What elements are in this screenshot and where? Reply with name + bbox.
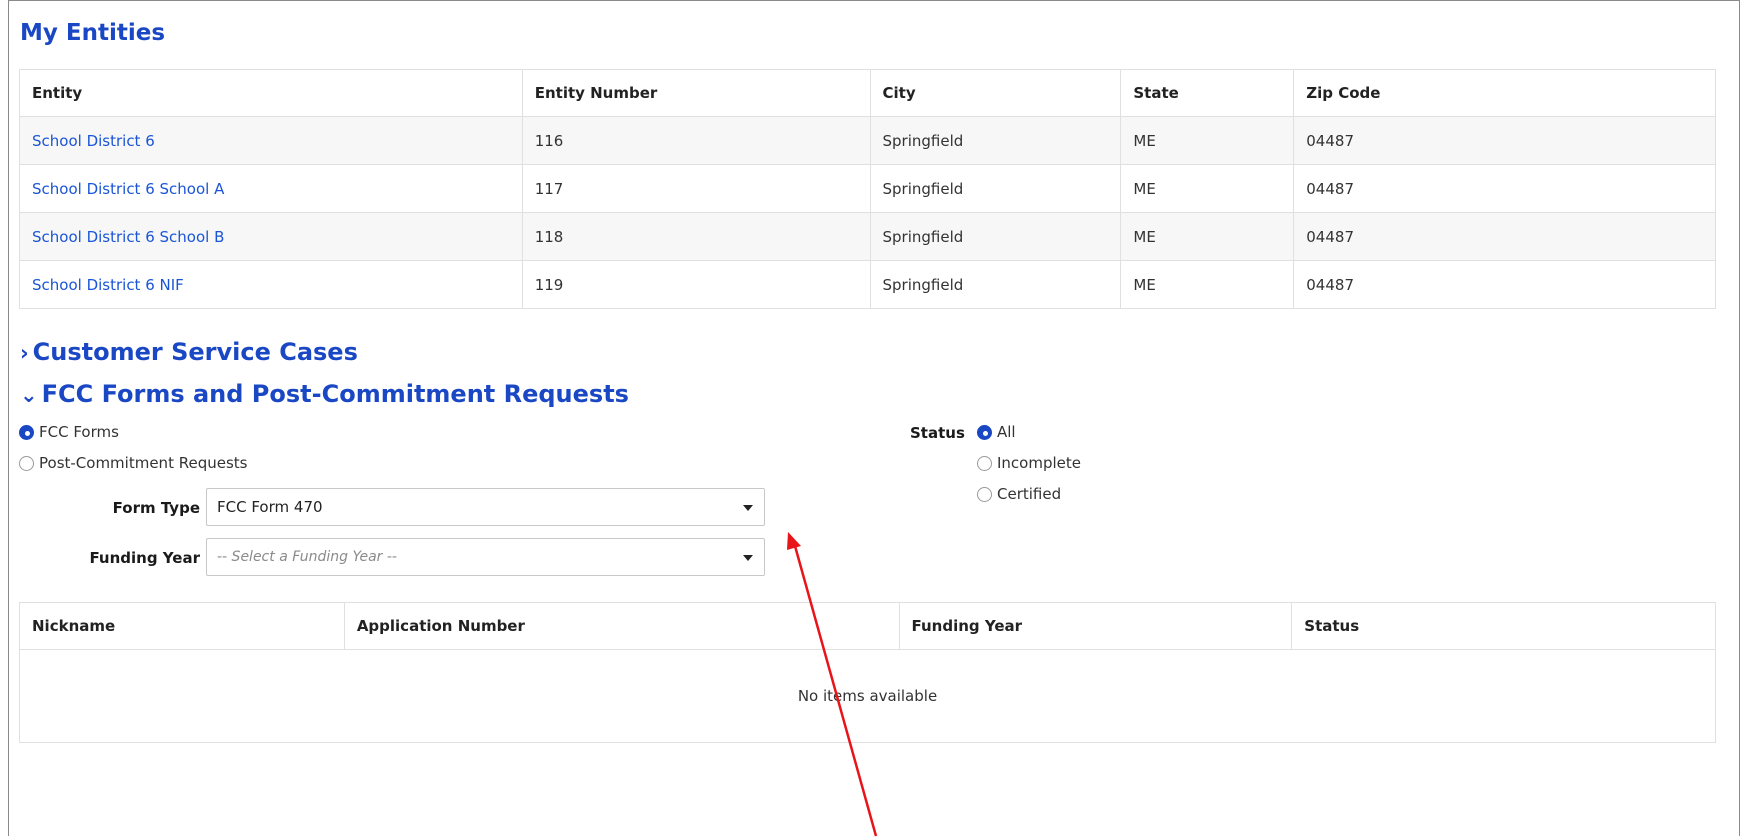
column-header-entity-number[interactable]: Entity Number [521,69,871,117]
radio-post-commitment-requests[interactable]: Post-Commitment Requests [19,454,247,472]
entity-cell: School District 6 School B [19,212,523,261]
city-cell: Springfield [869,164,1122,213]
column-header-entity[interactable]: Entity [19,69,523,117]
radio-label: Post-Commitment Requests [39,454,248,472]
column-header-state[interactable]: State [1120,69,1295,117]
table-header-row: Entity Entity Number City State Zip Code [19,69,1716,117]
entities-table: Entity Entity Number City State Zip Code… [19,69,1716,309]
entity-cell: School District 6 NIF [19,260,523,309]
form-type-value: FCC Form 470 [217,498,323,516]
entity-cell: School District 6 [19,116,523,165]
empty-row: No items available [19,649,1716,743]
state-cell: ME [1120,116,1295,165]
radio-status-certified[interactable]: Certified [977,485,1061,503]
entity-cell: School District 6 School A [19,164,523,213]
applications-table: Nickname Application Number Funding Year… [19,602,1716,743]
radio-unselected-icon[interactable] [977,486,992,502]
radio-label: Incomplete [997,454,1081,472]
entity-link[interactable]: School District 6 School B [32,228,224,246]
column-header-nickname[interactable]: Nickname [19,602,345,650]
city-cell: Springfield [869,260,1122,309]
radio-fcc-forms[interactable]: FCC Forms [19,423,119,441]
customer-service-cases-title: Customer Service Cases [32,338,358,366]
fcc-forms-section-title: FCC Forms and Post-Commitment Requests [41,380,629,408]
radio-label: Certified [997,485,1062,503]
state-cell: ME [1120,212,1295,261]
radio-label: FCC Forms [39,423,119,441]
my-entities-heading: My Entities [20,20,166,46]
entity-link[interactable]: School District 6 NIF [32,276,184,294]
form-type-select[interactable]: FCC Form 470 [206,488,765,526]
table-row: School District 6 NIF 119 Springfield ME… [19,260,1716,309]
column-header-funding-year[interactable]: Funding Year [898,602,1293,650]
customer-service-cases-toggle[interactable]: › Customer Service Cases [20,338,358,366]
entity-link[interactable]: School District 6 [32,132,155,150]
chevron-down-icon: ⌄ [20,383,38,407]
status-filter-label: Status [910,424,965,442]
entity-number-cell: 116 [521,116,871,165]
entity-number-cell: 117 [521,164,871,213]
radio-status-all[interactable]: All [977,423,1016,441]
radio-unselected-icon[interactable] [977,455,992,471]
table-header-row: Nickname Application Number Funding Year… [19,602,1716,650]
column-header-city[interactable]: City [869,69,1122,117]
zip-cell: 04487 [1293,212,1716,261]
funding-year-select[interactable]: -- Select a Funding Year -- [206,538,765,576]
city-cell: Springfield [869,116,1122,165]
radio-status-incomplete[interactable]: Incomplete [977,454,1081,472]
entity-number-cell: 119 [521,260,871,309]
state-cell: ME [1120,260,1295,309]
caret-down-icon [743,505,753,511]
chevron-right-icon: › [20,341,29,365]
radio-unselected-icon[interactable] [19,455,34,471]
fcc-forms-section-toggle[interactable]: ⌄ FCC Forms and Post-Commitment Requests [20,380,629,408]
entity-number-cell: 118 [521,212,871,261]
table-row: School District 6 116 Springfield ME 044… [19,116,1716,165]
state-cell: ME [1120,164,1295,213]
entity-link[interactable]: School District 6 School A [32,180,224,198]
no-items-message: No items available [19,649,1716,743]
funding-year-placeholder: -- Select a Funding Year -- [217,549,397,565]
zip-cell: 04487 [1293,164,1716,213]
zip-cell: 04487 [1293,116,1716,165]
radio-selected-icon[interactable] [977,424,992,440]
radio-label: All [997,423,1016,441]
zip-cell: 04487 [1293,260,1716,309]
funding-year-label: Funding Year [89,549,200,567]
table-row: School District 6 School B 118 Springfie… [19,212,1716,261]
column-header-zip-code[interactable]: Zip Code [1293,69,1716,117]
column-header-application-number[interactable]: Application Number [343,602,900,650]
caret-down-icon [743,555,753,561]
city-cell: Springfield [869,212,1122,261]
table-row: School District 6 School A 117 Springfie… [19,164,1716,213]
radio-selected-icon[interactable] [19,424,34,440]
column-header-status[interactable]: Status [1291,602,1716,650]
form-type-label: Form Type [112,499,200,517]
